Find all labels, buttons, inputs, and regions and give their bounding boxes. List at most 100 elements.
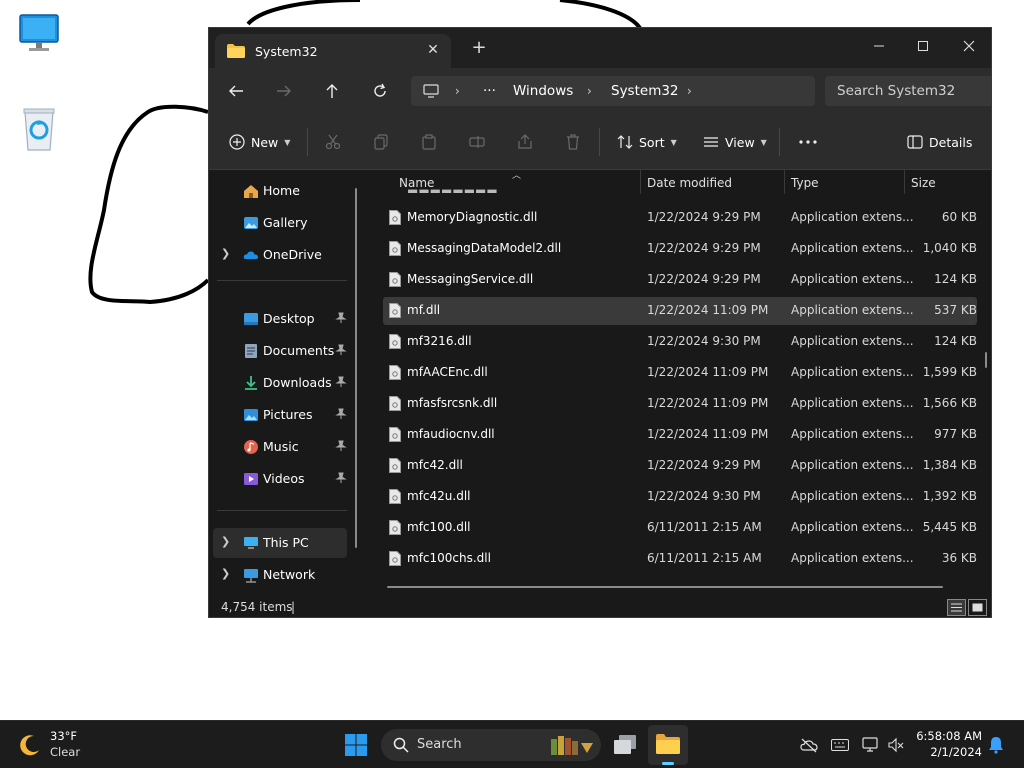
table-row[interactable]: mfc42u.dll 1/22/2024 9:30 PM Application e… — [383, 483, 977, 511]
new-tab-button[interactable]: + — [471, 39, 487, 57]
sidebar-item-label: Documents — [263, 343, 335, 358]
sidebar-item-pictures[interactable]: Pictures — [213, 400, 347, 430]
start-button[interactable] — [344, 733, 368, 757]
table-row[interactable]: mf3216.dll 1/22/2024 9:30 PM Application e… — [383, 328, 977, 356]
chevron-right-icon[interactable]: › — [587, 84, 592, 98]
keyboard-icon[interactable] — [831, 739, 849, 751]
table-row[interactable]: MessagingDataModel2.dll 1/22/2024 9:29 PM… — [383, 235, 977, 263]
up-button[interactable] — [321, 81, 343, 101]
table-row[interactable]: mf.dll 1/22/2024 11:09 PM Application exte… — [383, 297, 977, 325]
sidebar-item-videos[interactable]: Videos — [213, 464, 347, 494]
close-tab-icon[interactable]: ✕ — [425, 42, 441, 58]
column-type[interactable]: Type — [791, 176, 819, 190]
table-row[interactable]: mfc42.dll 1/22/2024 9:29 PM Application ex… — [383, 452, 977, 480]
cut-button[interactable] — [325, 130, 341, 154]
close-window-button[interactable] — [947, 32, 991, 60]
table-row[interactable]: mfc100.dll 6/11/2011 2:15 AM Application e… — [383, 514, 977, 542]
forward-button[interactable] — [273, 81, 295, 101]
view-button[interactable]: View ▼ — [703, 130, 767, 154]
file-size: 5,445 KB — [922, 520, 977, 534]
sidebar-item-label: Home — [263, 183, 300, 198]
network-status-icon[interactable] — [862, 737, 880, 753]
command-bar: New ▼ Sort ▼ View ▼ Details — [209, 114, 991, 170]
search-input[interactable]: Search System32 — [825, 76, 991, 106]
chevron-right-icon[interactable]: ❯ — [221, 535, 230, 548]
sidebar-item-music[interactable]: Music — [213, 432, 347, 462]
taskbar-search[interactable]: Search — [381, 729, 601, 761]
breadcrumb-system32[interactable]: System32 — [611, 83, 679, 99]
new-button[interactable]: New ▼ — [229, 130, 290, 154]
pin-icon[interactable] — [335, 344, 347, 356]
column-date-modified[interactable]: Date modified — [647, 176, 732, 190]
this-pc-desktop-icon[interactable] — [14, 8, 64, 58]
sidebar-item-downloads[interactable]: Downloads — [213, 368, 347, 398]
refresh-icon — [374, 83, 386, 97]
table-row[interactable]: mfaudiocnv.dll 1/22/2024 11:09 PM Applicat… — [383, 421, 977, 449]
rename-icon — [469, 136, 485, 148]
sidebar-item-onedrive[interactable]: ❯ OneDrive — [213, 240, 347, 270]
table-row[interactable]: MemoryDiagnostic.dll 1/22/2024 9:29 PM App… — [383, 204, 977, 232]
rename-button[interactable] — [469, 130, 485, 154]
table-row[interactable]: mfasfsrcsnk.dll 1/22/2024 11:09 PM Applica… — [383, 390, 977, 418]
sidebar-scrollbar[interactable] — [355, 188, 357, 548]
weather-temperature[interactable]: 33°F — [50, 729, 77, 743]
share-button[interactable] — [517, 130, 533, 154]
volume-muted-icon[interactable] — [888, 737, 904, 753]
arrow-left-icon — [229, 85, 243, 97]
address-bar[interactable]: › ··· Windows › System32 › — [411, 76, 815, 106]
breadcrumb-windows[interactable]: Windows — [513, 83, 573, 99]
sidebar-item-this-pc[interactable]: ❯ This PC — [213, 528, 347, 558]
vertical-scrollbar[interactable] — [985, 352, 987, 368]
chevron-right-icon[interactable]: › — [687, 84, 692, 98]
maximize-button[interactable] — [901, 32, 945, 60]
paste-button[interactable] — [421, 130, 437, 154]
table-row[interactable]: mfc100chs.dll 6/11/2011 2:15 AM Applicatio… — [383, 545, 977, 573]
details-view-button[interactable] — [947, 599, 966, 616]
clock-date[interactable]: 2/1/2024 — [906, 745, 982, 759]
clock-time[interactable]: 6:58:08 AM — [906, 729, 982, 743]
column-divider[interactable] — [640, 170, 641, 194]
pin-icon[interactable] — [335, 376, 347, 388]
chevron-right-icon[interactable]: ❯ — [221, 247, 230, 260]
tiles-view-button[interactable] — [968, 599, 987, 616]
file-name: mfc42.dll — [407, 458, 463, 472]
pin-icon[interactable] — [335, 408, 347, 420]
task-view-button[interactable] — [612, 733, 638, 757]
more-options-button[interactable] — [799, 130, 817, 154]
refresh-button[interactable] — [369, 81, 391, 101]
status-separator: | — [291, 600, 296, 614]
table-row[interactable]: mfAACEnc.dll 1/22/2024 11:09 PM Applicatio… — [383, 359, 977, 387]
address-more[interactable]: ··· — [483, 83, 496, 99]
details-button[interactable]: Details — [907, 130, 972, 154]
sidebar-item-network[interactable]: ❯ Network — [213, 560, 347, 590]
table-row[interactable]: MessagingService.dll 1/22/2024 9:29 PM App… — [383, 266, 977, 294]
pin-icon[interactable] — [335, 440, 347, 452]
delete-button[interactable] — [565, 130, 581, 154]
file-date: 6/11/2011 2:15 AM — [647, 551, 762, 565]
notification-bell-icon[interactable] — [988, 736, 1004, 754]
horizontal-scrollbar[interactable] — [387, 586, 943, 588]
copy-button[interactable] — [373, 130, 389, 154]
column-size[interactable]: Size — [911, 176, 936, 190]
pin-icon[interactable] — [335, 312, 347, 324]
back-button[interactable] — [225, 81, 247, 101]
pin-icon[interactable] — [335, 472, 347, 484]
column-divider[interactable] — [784, 170, 785, 194]
moon-weather-icon[interactable] — [18, 733, 42, 757]
taskbar-file-explorer[interactable] — [648, 725, 688, 765]
recycle-bin-desktop-icon[interactable] — [14, 104, 64, 154]
chevron-right-icon[interactable]: ❯ — [221, 567, 230, 580]
cloud-offline-icon[interactable] — [800, 737, 818, 753]
column-divider[interactable] — [904, 170, 905, 194]
sidebar-item-desktop[interactable]: Desktop — [213, 304, 347, 334]
sidebar-item-documents[interactable]: Documents — [213, 336, 347, 366]
weather-description[interactable]: Clear — [50, 745, 80, 759]
chevron-right-icon[interactable]: › — [455, 84, 460, 98]
sidebar-item-gallery[interactable]: Gallery — [213, 208, 347, 238]
tab-system32[interactable]: System32 ✕ — [215, 34, 451, 68]
minimize-button[interactable] — [857, 32, 901, 60]
file-date: 1/22/2024 9:30 PM — [647, 334, 761, 348]
sort-button[interactable]: Sort ▼ — [617, 130, 677, 154]
sidebar-item-home[interactable]: Home — [213, 176, 347, 206]
sidebar-item-label: Music — [263, 439, 299, 454]
